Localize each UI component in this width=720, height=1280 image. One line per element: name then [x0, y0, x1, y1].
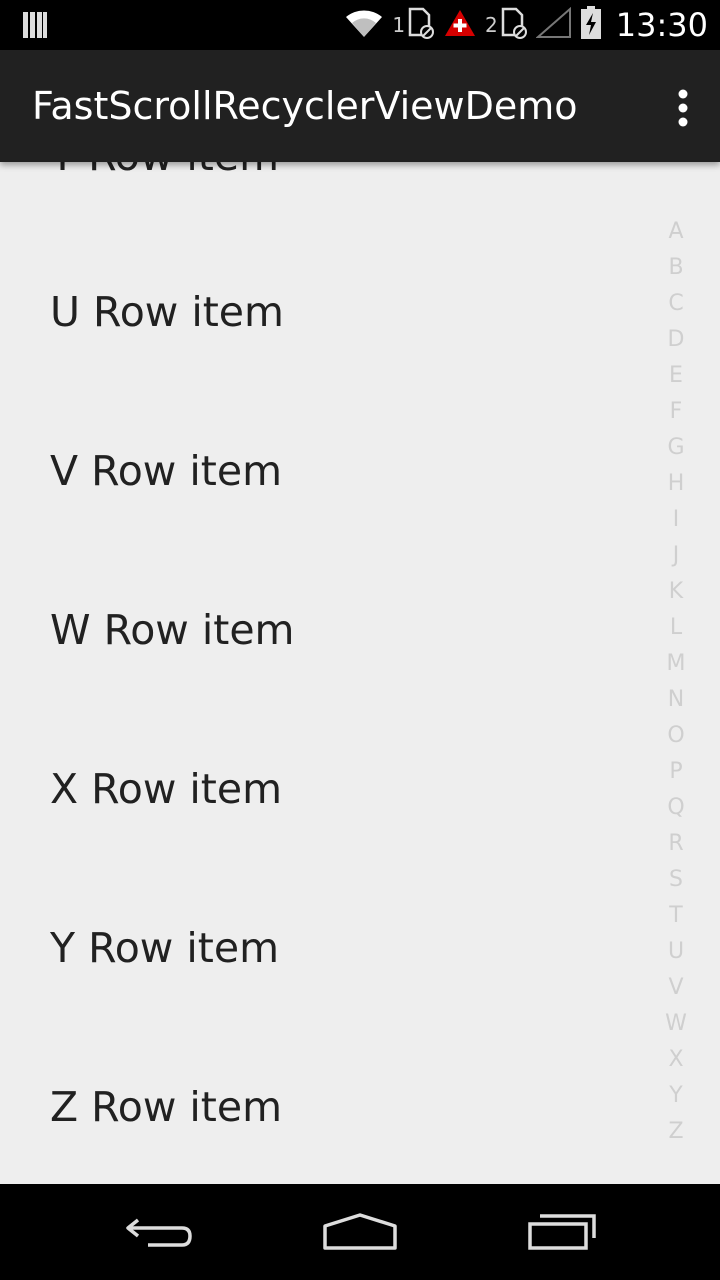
index-letter[interactable]: N: [652, 682, 700, 718]
sim2-number: 2: [485, 13, 498, 37]
list-item[interactable]: T Row item: [50, 162, 279, 186]
fast-scroll-index-bar[interactable]: A B C D E F G H I J K L M N O P Q R S T …: [652, 214, 700, 1150]
clock: 13:30: [615, 6, 708, 44]
recycler-view[interactable]: T Row item U Row item V Row item W Row i…: [0, 162, 720, 1184]
index-letter[interactable]: J: [652, 538, 700, 574]
index-letter[interactable]: U: [652, 934, 700, 970]
sim1-icon: [407, 7, 435, 43]
navigation-bar: [0, 1184, 720, 1280]
home-button[interactable]: [305, 1202, 415, 1262]
index-letter[interactable]: B: [652, 250, 700, 286]
app-bar: FastScrollRecyclerViewDemo: [0, 50, 720, 162]
index-letter[interactable]: W: [652, 1006, 700, 1042]
index-letter[interactable]: V: [652, 970, 700, 1006]
index-letter[interactable]: H: [652, 466, 700, 502]
index-letter[interactable]: R: [652, 826, 700, 862]
index-letter[interactable]: A: [652, 214, 700, 250]
index-letter[interactable]: L: [652, 610, 700, 646]
back-icon: [126, 1218, 192, 1247]
list-item[interactable]: V Row item: [50, 441, 282, 501]
overflow-menu-button[interactable]: [668, 88, 698, 128]
index-letter[interactable]: E: [652, 358, 700, 394]
battery-icon: [580, 6, 602, 44]
recents-button[interactable]: [507, 1202, 617, 1262]
index-letter[interactable]: F: [652, 394, 700, 430]
recents-icon: [528, 1214, 596, 1250]
list-item[interactable]: Y Row item: [50, 918, 279, 978]
index-letter[interactable]: T: [652, 898, 700, 934]
home-icon: [323, 1213, 397, 1250]
index-letter[interactable]: M: [652, 646, 700, 682]
index-letter[interactable]: X: [652, 1042, 700, 1078]
index-letter[interactable]: K: [652, 574, 700, 610]
app-title: FastScrollRecyclerViewDemo: [32, 84, 578, 128]
status-bar: 1 2 13:30: [0, 0, 720, 50]
index-letter[interactable]: O: [652, 718, 700, 754]
index-letter[interactable]: S: [652, 862, 700, 898]
sim1-number: 1: [392, 13, 406, 37]
index-letter[interactable]: I: [652, 502, 700, 538]
index-letter[interactable]: Y: [652, 1078, 700, 1114]
index-letter[interactable]: P: [652, 754, 700, 790]
more-vert-icon: [678, 89, 688, 127]
list-item[interactable]: W Row item: [50, 600, 295, 660]
wifi-icon: [344, 7, 384, 43]
alert-icon: [443, 8, 477, 42]
signal-icon: [535, 6, 572, 43]
index-letter[interactable]: Z: [652, 1114, 700, 1150]
list-item[interactable]: X Row item: [50, 759, 282, 819]
index-letter[interactable]: C: [652, 286, 700, 322]
notification-icon: [22, 10, 48, 44]
back-button[interactable]: [105, 1202, 215, 1262]
index-letter[interactable]: G: [652, 430, 700, 466]
sim2-icon: [500, 7, 528, 43]
index-letter[interactable]: D: [652, 322, 700, 358]
index-letter[interactable]: Q: [652, 790, 700, 826]
list-item[interactable]: Z Row item: [50, 1077, 282, 1137]
list-item[interactable]: U Row item: [50, 282, 284, 342]
